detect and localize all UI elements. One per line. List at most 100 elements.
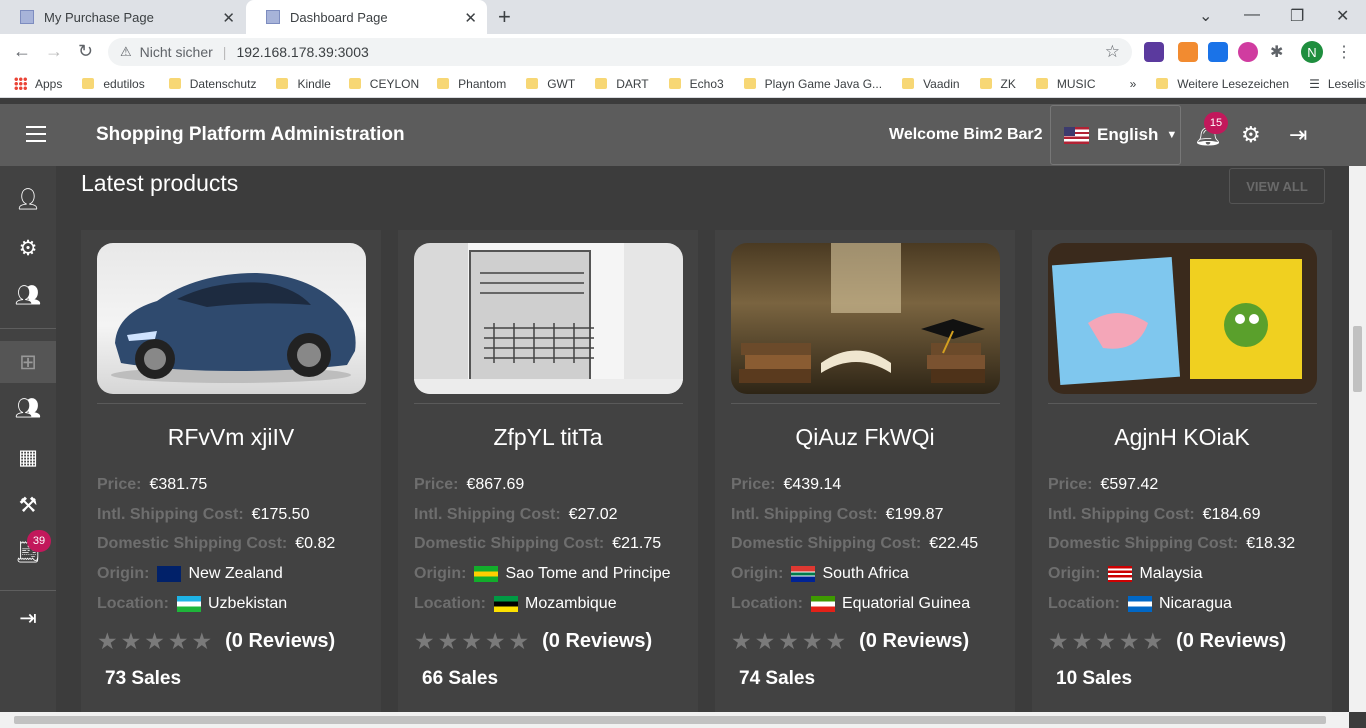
bookmark-folder[interactable]: Kindle <box>276 77 331 91</box>
close-tab-icon[interactable]: ✕ <box>464 9 477 27</box>
menu-hamburger-icon[interactable] <box>26 126 46 142</box>
bookmark-star-icon[interactable]: ☆ <box>1105 42 1120 62</box>
star-icon: ★ <box>167 628 189 654</box>
language-selector[interactable]: English ▼ <box>1050 105 1181 165</box>
product-name[interactable]: QiAuz FkWQi <box>715 424 1015 451</box>
app-header: Shopping Platform Administration Welcome… <box>0 104 1366 166</box>
bookmark-apps[interactable]: Apps <box>14 77 62 91</box>
sidebar-item-logout[interactable]: ⇥ <box>0 597 56 639</box>
south-africa-flag-icon <box>791 566 816 582</box>
bookmark-folder[interactable]: Vaadin <box>902 77 960 91</box>
star-icon: ★ <box>778 628 799 654</box>
more-bookmarks-chevron-icon[interactable]: » <box>1130 77 1137 91</box>
folder-icon <box>276 78 289 89</box>
warning-icon[interactable]: ⚠ <box>120 44 132 60</box>
bookmark-folder[interactable]: Phantom <box>437 77 506 91</box>
sidebar-divider <box>0 590 56 591</box>
price-row: Price: €867.69 <box>414 476 525 493</box>
bookmark-folder[interactable]: DART <box>595 77 649 91</box>
sidebar-item-apps[interactable]: ⊞ <box>0 341 56 383</box>
extension-off-icon[interactable] <box>1178 42 1198 62</box>
page-favicon-icon <box>266 10 280 24</box>
product-name[interactable]: AgjnH KOiaK <box>1032 424 1332 451</box>
minimize-icon[interactable]: — <box>1244 6 1260 24</box>
rating-stars[interactable]: ★ ★ ★ ★ ★ (0 Reviews) <box>1048 628 1286 655</box>
books-image <box>739 243 985 383</box>
reviews-count: (0 Reviews) <box>225 630 336 652</box>
tab-my-purchase[interactable]: My Purchase Page ✕ <box>0 0 245 34</box>
close-window-icon[interactable]: ✕ <box>1336 6 1349 26</box>
logout-icon[interactable]: ⇥ <box>1289 122 1307 148</box>
scroll-thumb[interactable] <box>1353 326 1362 392</box>
domestic-shipping-value: €22.45 <box>929 535 979 552</box>
sidebar-item-auction[interactable]: ⚒ <box>0 484 56 526</box>
profile-avatar[interactable]: N <box>1301 41 1323 63</box>
bookmark-folder[interactable]: GWT <box>526 77 575 91</box>
bookmark-folder[interactable]: Playn Game Java G... <box>743 77 882 91</box>
forward-arrow-icon[interactable]: → <box>45 41 63 62</box>
origin-value: South Africa <box>822 565 909 582</box>
intl-shipping-row: Intl. Shipping Cost: €199.87 <box>731 506 944 523</box>
tab-title: Dashboard Page <box>290 9 388 25</box>
reload-icon[interactable]: ↻ <box>78 41 93 62</box>
sidebar-item-groups[interactable]: 👥︎ <box>0 388 56 430</box>
bookmark-folder[interactable]: Datenschutz <box>168 77 256 91</box>
tab-search-icon[interactable]: ⌄ <box>1199 6 1212 26</box>
horizontal-scrollbar[interactable] <box>0 712 1349 728</box>
location-row: Location: Equatorial Guinea <box>731 595 971 612</box>
view-all-button[interactable]: VIEW ALL <box>1229 168 1325 204</box>
maximize-icon[interactable]: ❐ <box>1290 6 1304 26</box>
product-image[interactable] <box>1048 243 1317 394</box>
address-bar[interactable]: ⚠ Nicht sicher | 192.168.178.39:3003 ☆ <box>108 38 1132 66</box>
product-image[interactable] <box>414 243 683 394</box>
section-title: Latest products <box>81 170 239 196</box>
product-card[interactable]: RFvVm xjiIV Price: €381.75 Intl. Shipping… <box>81 230 381 722</box>
theme-toggle-icon[interactable]: ⚙ <box>1241 122 1261 148</box>
card-divider <box>97 403 366 404</box>
sidebar-item-profile[interactable]: 👤︎ <box>0 179 56 221</box>
extension-hexagon-icon[interactable] <box>1144 42 1164 62</box>
extension-color-icon[interactable] <box>1238 42 1258 62</box>
extensions-puzzle-icon[interactable]: ✱ <box>1270 42 1290 62</box>
price-row: Price: €381.75 <box>97 476 208 493</box>
rating-stars[interactable]: ★ ★ ★ ★ ★ (0 Reviews) <box>731 628 969 655</box>
product-card[interactable]: AgjnH KOiaK Price: €597.42 Intl. Shipping… <box>1032 230 1332 722</box>
security-label[interactable]: Nicht sicher <box>140 44 213 60</box>
product-image[interactable] <box>731 243 1000 394</box>
bookmark-folder[interactable]: CEYLON <box>348 77 419 91</box>
scroll-thumb[interactable] <box>14 716 1326 724</box>
main-content: Latest products VIEW ALL RFvVm xjiIV Pri… <box>66 166 1346 722</box>
bookmark-folder[interactable]: MUSIC <box>1035 77 1096 91</box>
sidebar-item-settings[interactable]: ⚙ <box>0 227 56 269</box>
product-card[interactable]: ZfpYL titTa Price: €867.69 Intl. Shipping… <box>398 230 698 722</box>
bookmarks-bar: Apps edutilos Datenschutz Kindle CEYLON … <box>0 70 1366 98</box>
bookmark-folder[interactable]: edutilos <box>82 77 145 91</box>
apps-grid-icon <box>14 77 27 90</box>
back-arrow-icon[interactable]: ← <box>13 41 31 62</box>
rating-stars[interactable]: ★ ★ ★ ★ ★ (0 Reviews) <box>414 628 652 655</box>
sidebar-item-dashboard[interactable]: ▦ <box>0 436 56 478</box>
vertical-scrollbar[interactable] <box>1349 166 1366 712</box>
sidebar-item-users[interactable]: 👥︎ <box>0 275 56 317</box>
bookmark-folder[interactable]: Echo3 <box>668 77 724 91</box>
intl-shipping-value: €199.87 <box>885 506 944 523</box>
product-image[interactable] <box>97 243 366 394</box>
tab-dashboard[interactable]: Dashboard Page ✕ <box>246 0 487 34</box>
rating-stars[interactable]: ★ ★ ★ ★ ★ (0 Reviews) <box>97 628 335 655</box>
folder-icon <box>348 78 361 89</box>
reviews-count: (0 Reviews) <box>1176 630 1287 652</box>
browser-menu-icon[interactable]: ⋮ <box>1336 42 1356 62</box>
location-row: Location: Uzbekistan <box>97 595 288 612</box>
new-tab-plus-icon[interactable]: + <box>498 4 511 30</box>
chevron-down-icon: ▼ <box>1166 129 1178 141</box>
extension-screen-icon[interactable] <box>1208 42 1228 62</box>
reading-list[interactable]: ☰Leseliste <box>1309 77 1366 91</box>
close-tab-icon[interactable]: ✕ <box>222 9 235 27</box>
bookmark-other-folder[interactable]: Weitere Lesezeichen <box>1156 77 1289 91</box>
url-text[interactable]: 192.168.178.39:3003 <box>236 44 368 60</box>
price-value: €597.42 <box>1100 476 1159 493</box>
bookmark-folder[interactable]: ZK <box>979 77 1016 91</box>
product-name[interactable]: ZfpYL titTa <box>398 424 698 451</box>
product-card[interactable]: QiAuz FkWQi Price: €439.14 Intl. Shipping… <box>715 230 1015 722</box>
product-name[interactable]: RFvVm xjiIV <box>81 424 381 451</box>
